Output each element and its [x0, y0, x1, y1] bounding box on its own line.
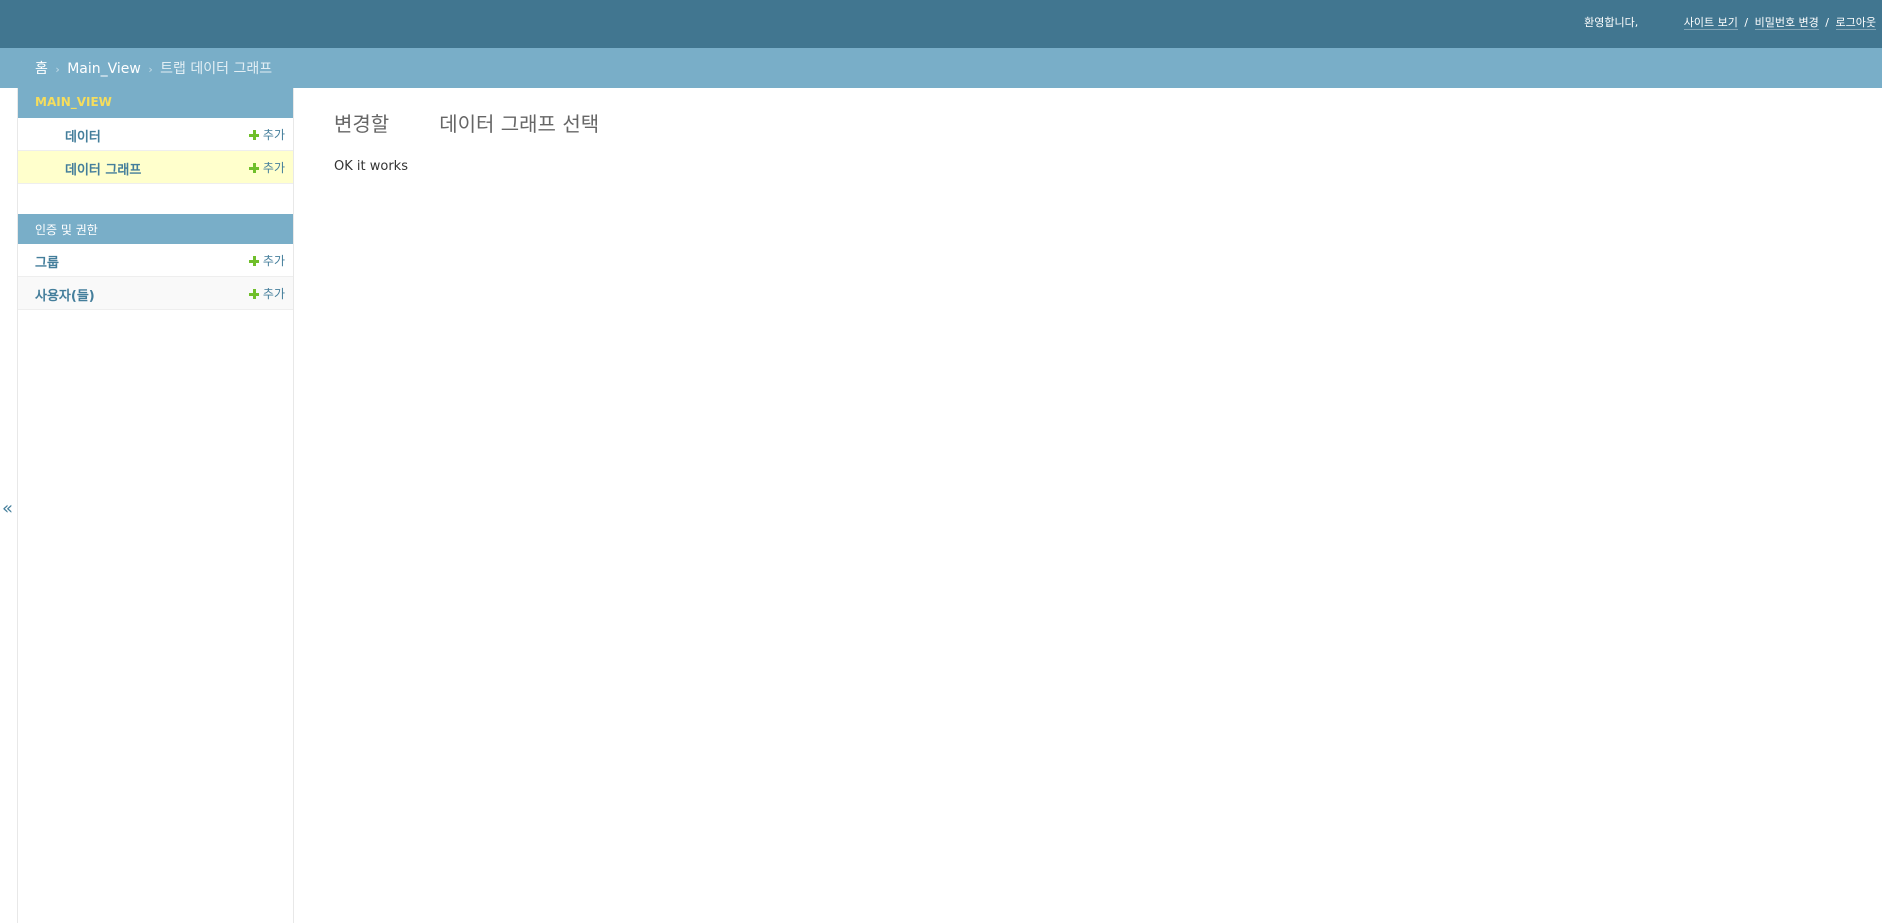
logout-link[interactable]: 로그아웃 [1835, 16, 1876, 30]
model-row-data: 데이터 추가 [18, 118, 293, 151]
breadcrumb-separator: › [148, 63, 153, 76]
add-data-link[interactable]: 추가 [248, 126, 285, 143]
main-container: « MAIN_VIEW 데이터 추가 데이터 그래프 추가 인증 및 권한 그룹 [0, 88, 1882, 923]
breadcrumb-home-link[interactable]: 홈 [35, 61, 48, 77]
model-link-data[interactable]: 데이터 [65, 126, 101, 145]
view-site-link[interactable]: 사이트 보기 [1683, 16, 1738, 30]
content-body-text: OK it works [334, 159, 408, 174]
app-caption-auth[interactable]: 인증 및 권한 [18, 214, 293, 244]
breadcrumb-current: 트랩 데이터 그래프 [160, 61, 273, 77]
header: 환영합니다, 사이트 보기 / 비밀번호 변경 / 로그아웃 [0, 0, 1882, 48]
content: 변경할 데이터 그래프 선택 OK it works [334, 88, 1834, 174]
model-link-data-graph[interactable]: 데이터 그래프 [65, 159, 141, 178]
app-module-main-view: MAIN_VIEW 데이터 추가 데이터 그래프 추가 [18, 88, 293, 184]
add-data-graph-link[interactable]: 추가 [248, 159, 285, 176]
nav-sidebar-toggle[interactable]: « [0, 88, 18, 923]
breadcrumb-app-link[interactable]: Main_View [67, 61, 141, 77]
add-label: 추가 [262, 254, 285, 268]
plus-icon [248, 289, 259, 299]
plus-icon [248, 130, 259, 140]
welcome-text: 환영합니다, [1584, 16, 1639, 29]
add-user-link[interactable]: 추가 [248, 285, 285, 302]
page-title-part2: 데이터 그래프 선택 [439, 112, 600, 136]
add-group-link[interactable]: 추가 [248, 252, 285, 269]
user-tools: 환영합니다, 사이트 보기 / 비밀번호 변경 / 로그아웃 [1584, 14, 1876, 30]
plus-icon [248, 163, 259, 173]
separator: / [1744, 16, 1749, 29]
model-row-data-graph: 데이터 그래프 추가 [18, 151, 293, 184]
change-password-link[interactable]: 비밀번호 변경 [1754, 16, 1819, 30]
app-caption-main-view[interactable]: MAIN_VIEW [18, 88, 293, 118]
breadcrumb: 홈 › Main_View › 트랩 데이터 그래프 [0, 48, 1882, 88]
model-row-users: 사용자(들) 추가 [18, 277, 293, 310]
model-row-groups: 그룹 추가 [18, 244, 293, 277]
collapse-sidebar-icon[interactable]: « [2, 498, 13, 519]
breadcrumb-separator: › [55, 63, 60, 76]
model-link-users[interactable]: 사용자(들) [35, 285, 95, 304]
app-module-auth: 인증 및 권한 그룹 추가 사용자(들) 추가 [18, 214, 293, 310]
add-label: 추가 [262, 128, 285, 142]
nav-sidebar: MAIN_VIEW 데이터 추가 데이터 그래프 추가 인증 및 권한 그룹 추… [18, 88, 294, 923]
page-title-part1: 변경할 [334, 112, 390, 136]
page-title: 변경할 데이터 그래프 선택 [334, 108, 1834, 137]
model-link-groups[interactable]: 그룹 [35, 252, 59, 271]
separator: / [1825, 16, 1830, 29]
plus-icon [248, 256, 259, 266]
add-label: 추가 [262, 161, 285, 175]
add-label: 추가 [262, 287, 285, 301]
